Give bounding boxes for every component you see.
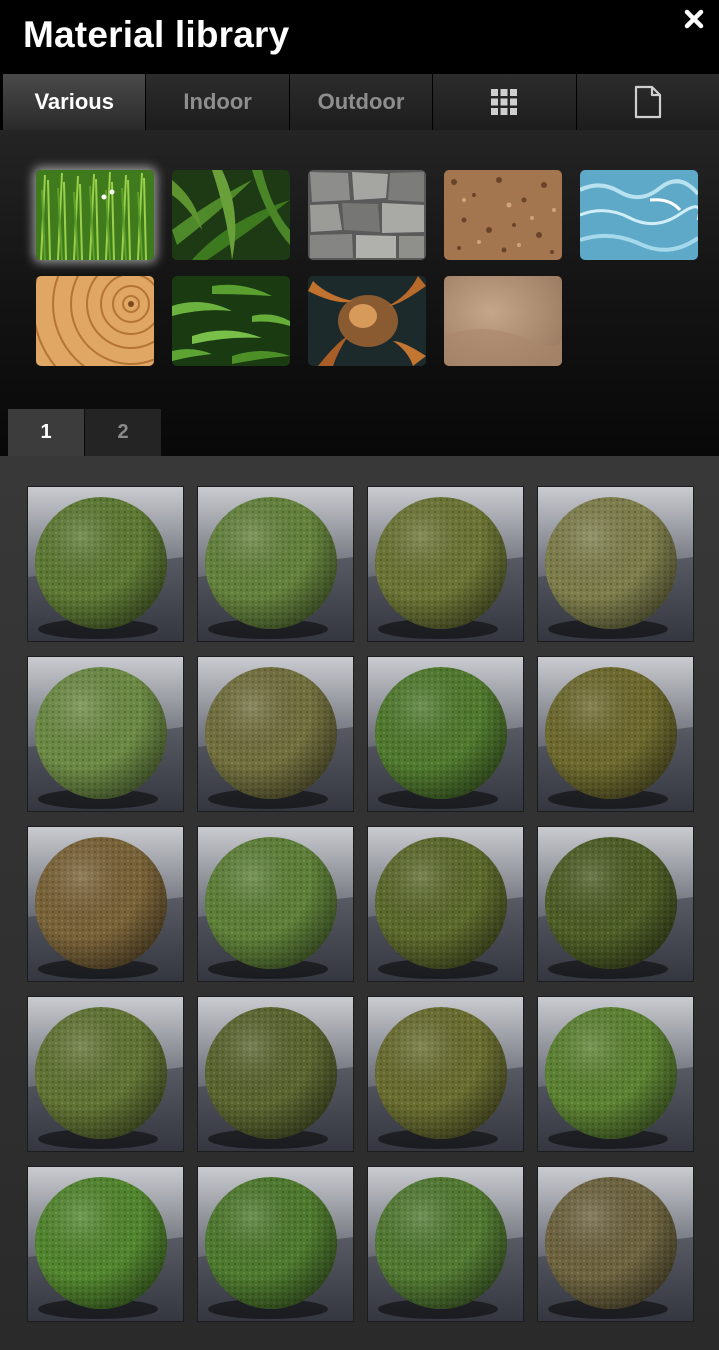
texture-sand[interactable]: [444, 276, 562, 366]
texture-grass[interactable]: [36, 170, 154, 260]
material-sphere-14[interactable]: [198, 997, 353, 1151]
material-sphere-18[interactable]: [198, 1167, 353, 1321]
material-sphere-13[interactable]: [28, 997, 183, 1151]
material-sphere-3[interactable]: [368, 487, 523, 641]
material-sphere-1[interactable]: [28, 487, 183, 641]
material-sphere-11[interactable]: [368, 827, 523, 981]
texture-stone-wall[interactable]: [308, 170, 426, 260]
material-sphere-19[interactable]: [368, 1167, 523, 1321]
tab-various[interactable]: Various: [3, 74, 147, 130]
material-sphere-7[interactable]: [368, 657, 523, 811]
tab-grid-view[interactable]: [433, 74, 577, 130]
material-sphere-9[interactable]: [28, 827, 183, 981]
page-tab-1[interactable]: 1: [8, 409, 84, 456]
texture-wood-rings[interactable]: [36, 276, 154, 366]
material-sphere-6[interactable]: [198, 657, 353, 811]
texture-leafy-plants[interactable]: [172, 170, 290, 260]
grid-view-icon: [491, 89, 518, 115]
material-sphere-15[interactable]: [368, 997, 523, 1151]
close-icon[interactable]: [683, 8, 705, 30]
tab-file[interactable]: [576, 74, 719, 130]
material-sphere-16[interactable]: [538, 997, 693, 1151]
tab-indoor[interactable]: Indoor: [146, 74, 290, 130]
material-sphere-4[interactable]: [538, 487, 693, 641]
material-sphere-8[interactable]: [538, 657, 693, 811]
material-sphere-10[interactable]: [198, 827, 353, 981]
texture-water[interactable]: [580, 170, 698, 260]
material-sphere-2[interactable]: [198, 487, 353, 641]
window-title: Material library: [23, 14, 290, 55]
category-tabs: Various Indoor Outdoor: [3, 74, 719, 130]
material-library-panel: Material library Various Indoor Outdoor: [0, 0, 719, 1350]
texture-soil[interactable]: [444, 170, 562, 260]
tab-outdoor[interactable]: Outdoor: [289, 74, 434, 130]
material-sphere-5[interactable]: [28, 657, 183, 811]
texture-swatches: [0, 130, 719, 456]
material-grid: [0, 456, 719, 1350]
file-icon: [634, 85, 661, 119]
material-sphere-20[interactable]: [538, 1167, 693, 1321]
material-sphere-12[interactable]: [538, 827, 693, 981]
texture-copper-organic[interactable]: [308, 276, 426, 366]
title-bar: Material library: [0, 0, 719, 74]
texture-bamboo-leaves[interactable]: [172, 276, 290, 366]
material-sphere-17[interactable]: [28, 1167, 183, 1321]
page-tab-2[interactable]: 2: [85, 409, 161, 456]
